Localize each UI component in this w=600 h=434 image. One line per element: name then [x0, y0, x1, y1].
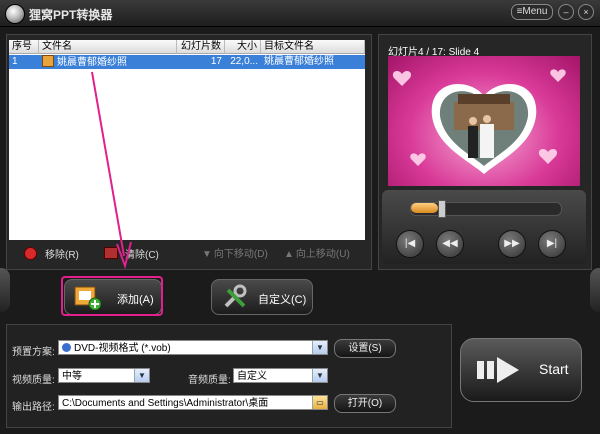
- move-up-label: 向上移动(U): [295, 249, 350, 260]
- app-title: 狸窝PPT转换器: [29, 8, 113, 22]
- row-index: 1: [12, 56, 18, 67]
- preset-select[interactable]: DVD-视频格式 (*.vob) ▼: [58, 340, 328, 355]
- playback-progress-fill: [411, 203, 438, 213]
- ppt-file-icon: [42, 55, 54, 67]
- remove-button[interactable]: 移除(R): [24, 247, 79, 263]
- output-path-value: C:\Documents and Settings\Administrator\…: [62, 398, 269, 409]
- row-filename-text: 姚晨曹郁婚纱照: [57, 57, 127, 68]
- move-up-button[interactable]: ▲ 向上移动(U): [284, 247, 350, 263]
- last-slide-button[interactable]: ▶|: [538, 230, 566, 258]
- move-down-label: 向下移动(D): [213, 249, 268, 260]
- up-arrow-icon: ▲: [284, 249, 294, 260]
- row-slides: 17: [210, 56, 222, 67]
- playback-slider-handle[interactable]: [438, 200, 446, 218]
- file-table[interactable]: 序号 文件名 幻灯片数 大小 目标文件名 1 姚晨曹郁婚纱照 17 22,0..…: [9, 40, 365, 240]
- remove-label: 移除(R): [45, 250, 79, 261]
- column-header-index[interactable]: 序号: [9, 40, 39, 54]
- left-side-decoration: [0, 268, 10, 312]
- column-header-size[interactable]: 大小: [225, 40, 261, 54]
- preset-value: DVD-视频格式 (*.vob): [74, 343, 171, 354]
- clear-button[interactable]: 清除(C): [104, 247, 159, 263]
- customize-button[interactable]: 自定义(C): [211, 279, 313, 315]
- minimize-button[interactable]: –: [558, 4, 574, 20]
- audio-quality-select[interactable]: 自定义 ▼: [233, 368, 328, 383]
- tools-icon: [224, 284, 247, 308]
- chevron-down-icon: ▼: [312, 369, 327, 382]
- audio-quality-label: 音频质量:: [188, 375, 231, 386]
- settings-button[interactable]: 设置(S): [334, 339, 396, 358]
- folder-icon[interactable]: ▭: [312, 396, 327, 409]
- row-target: 姚晨曹郁婚纱照: [264, 56, 334, 67]
- video-quality-value: 中等: [62, 371, 82, 382]
- start-arrow-icon: [477, 357, 519, 383]
- start-label: Start: [539, 361, 569, 377]
- move-down-button[interactable]: ▼ 向下移动(D): [202, 247, 268, 263]
- chevron-down-icon: ▼: [312, 341, 327, 354]
- video-quality-select[interactable]: 中等 ▼: [58, 368, 150, 383]
- app-logo-icon: [5, 4, 25, 24]
- next-slide-button[interactable]: ▶▶: [498, 230, 526, 258]
- column-header-slides[interactable]: 幻灯片数: [177, 40, 225, 54]
- wedding-photo-graphic: [392, 69, 566, 174]
- remove-icon: [24, 247, 37, 260]
- first-slide-button[interactable]: |◀: [396, 230, 424, 258]
- menu-label: Menu: [522, 6, 548, 17]
- customize-button-label: 自定义(C): [258, 294, 307, 306]
- audio-quality-value: 自定义: [237, 371, 267, 382]
- start-button[interactable]: Start: [460, 338, 582, 402]
- previous-slide-button[interactable]: ◀◀: [436, 230, 464, 258]
- table-row[interactable]: 1 姚晨曹郁婚纱照 17 22,0... 姚晨曹郁婚纱照: [9, 55, 365, 69]
- column-header-filename[interactable]: 文件名: [39, 40, 177, 54]
- clear-icon: [104, 247, 118, 259]
- preset-label: 预置方案:: [12, 347, 55, 358]
- open-button[interactable]: 打开(O): [334, 394, 396, 413]
- add-button-highlight: [61, 276, 163, 316]
- output-path-label: 输出路径:: [12, 402, 55, 413]
- row-filename: 姚晨曹郁婚纱照: [39, 55, 177, 69]
- right-side-decoration: [590, 268, 600, 312]
- dvd-icon: [62, 343, 71, 352]
- column-header-target[interactable]: 目标文件名: [261, 40, 365, 54]
- menu-button[interactable]: ≡Menu: [511, 4, 553, 20]
- row-size: 22,0...: [230, 56, 258, 67]
- chevron-down-icon: ▼: [134, 369, 149, 382]
- video-quality-label: 视频质量:: [12, 375, 55, 386]
- output-path-field[interactable]: C:\Documents and Settings\Administrator\…: [58, 395, 328, 410]
- close-button[interactable]: ×: [578, 4, 594, 20]
- slide-preview-image: [388, 56, 580, 186]
- clear-label: 清除(C): [125, 250, 159, 261]
- down-arrow-icon: ▼: [202, 249, 212, 260]
